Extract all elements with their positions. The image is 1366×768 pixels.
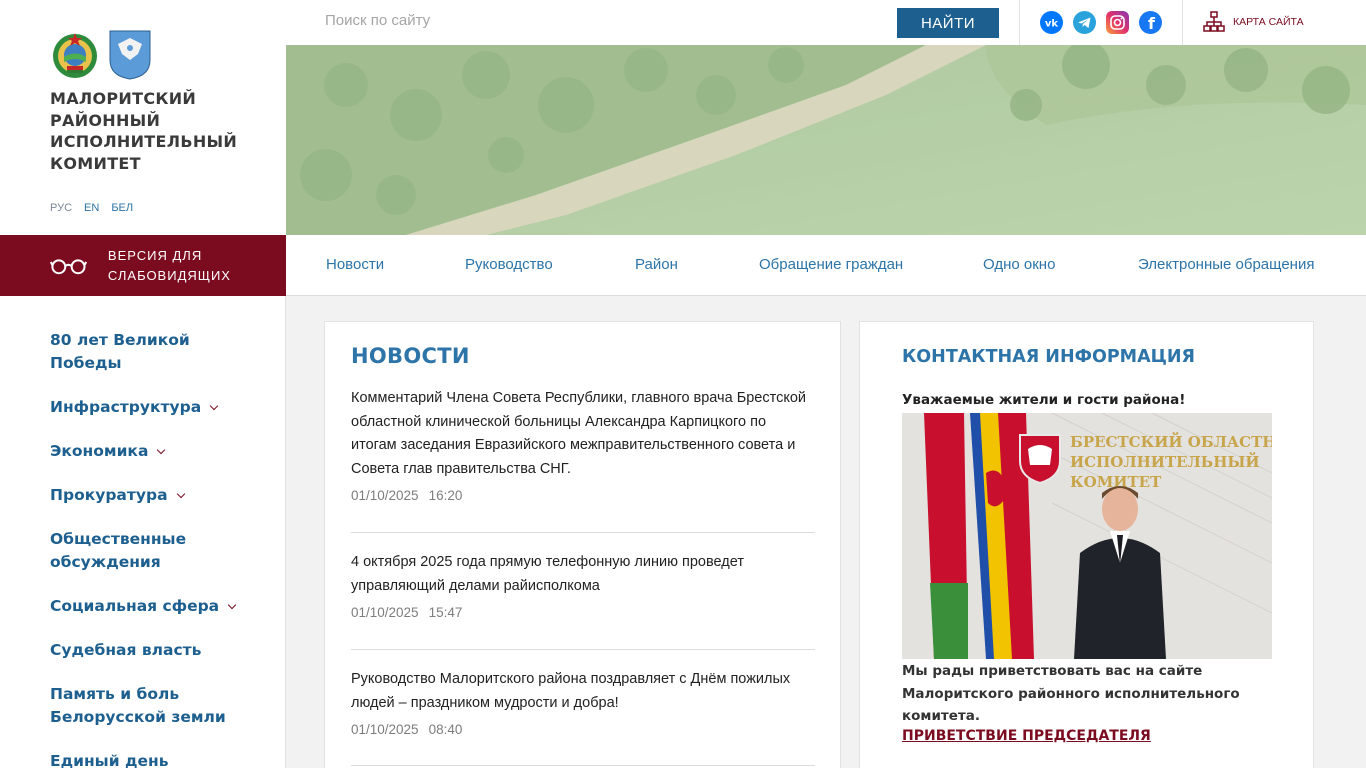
sitemap-label: КАРТА САЙТА bbox=[1233, 16, 1304, 28]
nav-citizen-appeals[interactable]: Обращение граждан bbox=[759, 256, 903, 273]
nav-one-window[interactable]: Одно окно bbox=[983, 256, 1055, 273]
belarus-emblem-icon bbox=[53, 33, 97, 78]
language-en[interactable]: EN bbox=[84, 202, 99, 214]
search-button[interactable]: НАЙТИ bbox=[897, 8, 999, 38]
header-banner-image bbox=[286, 45, 1366, 235]
search-input[interactable] bbox=[325, 12, 825, 29]
news-item[interactable]: 4 октября 2025 года прямую телефонную ли… bbox=[351, 551, 815, 650]
header-bar: НАЙТИ vk f КАРТА САЙТА bbox=[286, 0, 1366, 45]
svg-text:vk: vk bbox=[1045, 19, 1059, 30]
header-divider bbox=[1019, 0, 1020, 45]
sidebar-nav: 80 лет Великой Победы Инфраструктура Эко… bbox=[0, 296, 286, 768]
glasses-icon bbox=[50, 258, 87, 274]
news-meta: 01/10/2025 08:40 bbox=[351, 722, 815, 737]
site-branding: МАЛОРИТСКИЙ РАЙОННЫЙ ИСПОЛНИТЕЛЬНЫЙ КОМИ… bbox=[0, 0, 286, 235]
news-panel: НОВОСТИ Комментарий Члена Совета Республ… bbox=[324, 321, 841, 768]
sidebar-item-social-sphere[interactable]: Социальная сфера bbox=[50, 595, 250, 618]
header-divider bbox=[1182, 0, 1183, 45]
news-date: 01/10/2025 bbox=[351, 722, 419, 737]
chairman-greeting-link[interactable]: ПРИВЕТСТВИЕ ПРЕДСЕДАТЕЛЯ bbox=[902, 728, 1151, 744]
chevron-down-icon bbox=[157, 445, 166, 455]
sitemap-link[interactable]: КАРТА САЙТА bbox=[1203, 11, 1304, 33]
sidebar-item-judicial-power[interactable]: Судебная власть bbox=[50, 639, 250, 662]
sidebar-item-victory-80[interactable]: 80 лет Великой Победы bbox=[50, 329, 250, 375]
facebook-icon[interactable]: f bbox=[1139, 11, 1162, 34]
news-time: 16:20 bbox=[428, 488, 463, 503]
sidebar-item-memory-and-pain[interactable]: Память и боль Белорусской земли bbox=[50, 683, 250, 729]
chevron-down-icon bbox=[227, 600, 237, 610]
news-meta: 01/10/2025 15:47 bbox=[351, 605, 815, 620]
contact-panel: КОНТАКТНАЯ ИНФОРМАЦИЯ Уважаемые жители и… bbox=[859, 321, 1314, 768]
sidebar-item-economy[interactable]: Экономика bbox=[50, 440, 250, 463]
news-heading[interactable]: НОВОСТИ bbox=[351, 344, 470, 368]
photo-sign-line-1: БРЕСТСКИЙ ОБЛАСТНОЙ bbox=[1070, 432, 1272, 451]
language-be[interactable]: БЕЛ bbox=[111, 202, 133, 214]
contact-welcome: Мы рады приветствовать вас на сайте Мало… bbox=[902, 663, 1240, 724]
sitemap-icon bbox=[1203, 11, 1225, 32]
telegram-icon[interactable] bbox=[1073, 11, 1096, 34]
social-links: vk f bbox=[1040, 11, 1162, 34]
nav-district[interactable]: Район bbox=[635, 256, 678, 273]
top-navigation: Новости Руководство Район Обращение граж… bbox=[286, 235, 1366, 296]
chevron-down-icon bbox=[176, 489, 185, 499]
news-item[interactable]: Комментарий Члена Совета Республики, гла… bbox=[351, 387, 815, 533]
news-title[interactable]: Комментарий Члена Совета Республики, гла… bbox=[351, 387, 815, 481]
news-title[interactable]: 4 октября 2025 года прямую телефонную ли… bbox=[351, 551, 815, 598]
contact-heading: КОНТАКТНАЯ ИНФОРМАЦИЯ bbox=[902, 347, 1195, 367]
sidebar-item-information-day[interactable]: Единый день информирования bbox=[50, 750, 250, 768]
low-vision-version-button[interactable]: ВЕРСИЯ ДЛЯ СЛАБОВИДЯЩИХ bbox=[0, 235, 286, 296]
low-vision-label: ВЕРСИЯ ДЛЯ СЛАБОВИДЯЩИХ bbox=[107, 247, 231, 283]
contact-greeting: Уважаемые жители и гости района! bbox=[902, 392, 1186, 408]
nav-leadership[interactable]: Руководство bbox=[465, 256, 553, 273]
news-item[interactable]: Руководство Малоритского района поздравл… bbox=[351, 668, 815, 766]
news-meta: 01/10/2025 16:20 bbox=[351, 488, 815, 503]
nav-news[interactable]: Новости bbox=[326, 256, 384, 273]
sidebar-item-public-discussions[interactable]: Общественные обсуждения bbox=[50, 528, 250, 574]
district-coat-of-arms-icon bbox=[109, 30, 151, 80]
news-date: 01/10/2025 bbox=[351, 488, 419, 503]
emblems[interactable] bbox=[50, 30, 151, 80]
chevron-down-icon bbox=[209, 401, 219, 411]
news-title[interactable]: Руководство Малоритского района поздравл… bbox=[351, 668, 815, 715]
vk-icon[interactable]: vk bbox=[1040, 11, 1063, 34]
organization-name[interactable]: МАЛОРИТСКИЙ РАЙОННЫЙ ИСПОЛНИТЕЛЬНЫЙ КОМИ… bbox=[50, 88, 260, 174]
language-ru[interactable]: РУС bbox=[50, 202, 72, 214]
news-time: 08:40 bbox=[428, 722, 463, 737]
nav-electronic-appeals[interactable]: Электронные обращения bbox=[1138, 256, 1314, 273]
sidebar-item-prosecution[interactable]: Прокуратура bbox=[50, 484, 250, 507]
photo-sign-line-2: ИСПОЛНИТЕЛЬНЫЙ bbox=[1070, 452, 1260, 471]
language-switcher: РУС EN БЕЛ bbox=[50, 202, 133, 214]
news-date: 01/10/2025 bbox=[351, 605, 419, 620]
sidebar-item-infrastructure[interactable]: Инфраструктура bbox=[50, 396, 250, 419]
instagram-icon[interactable] bbox=[1106, 11, 1129, 34]
svg-text:f: f bbox=[1148, 14, 1156, 33]
chairman-photo: БРЕСТСКИЙ ОБЛАСТНОЙ ИСПОЛНИТЕЛЬНЫЙ КОМИТ… bbox=[902, 413, 1272, 659]
news-time: 15:47 bbox=[428, 605, 463, 620]
